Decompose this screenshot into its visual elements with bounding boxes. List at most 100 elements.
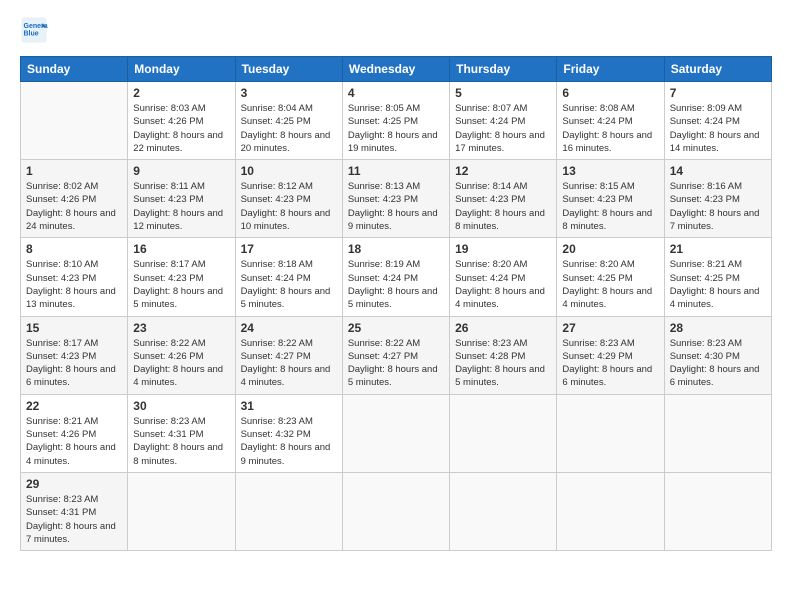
day-cell (450, 394, 557, 472)
day-info: Sunrise: 8:17 AMSunset: 4:23 PMDaylight:… (133, 259, 223, 310)
day-number: 28 (670, 321, 766, 335)
header: General Blue (20, 16, 772, 44)
page-container: General Blue SundayMondayTuesdayWednesda… (0, 0, 792, 561)
day-info: Sunrise: 8:20 AMSunset: 4:24 PMDaylight:… (455, 259, 545, 310)
day-info: Sunrise: 8:11 AMSunset: 4:23 PMDaylight:… (133, 181, 223, 232)
day-number: 16 (133, 242, 229, 256)
day-info: Sunrise: 8:23 AMSunset: 4:31 PMDaylight:… (26, 494, 116, 545)
day-info: Sunrise: 8:02 AMSunset: 4:26 PMDaylight:… (26, 181, 116, 232)
day-cell (342, 394, 449, 472)
day-number: 5 (455, 86, 551, 100)
day-number: 1 (26, 164, 122, 178)
day-cell: 28 Sunrise: 8:23 AMSunset: 4:30 PMDayligh… (664, 316, 771, 394)
day-info: Sunrise: 8:04 AMSunset: 4:25 PMDaylight:… (241, 103, 331, 154)
day-number: 11 (348, 164, 444, 178)
day-info: Sunrise: 8:23 AMSunset: 4:32 PMDaylight:… (241, 416, 331, 467)
day-number: 27 (562, 321, 658, 335)
day-number: 13 (562, 164, 658, 178)
day-info: Sunrise: 8:05 AMSunset: 4:25 PMDaylight:… (348, 103, 438, 154)
day-cell: 31 Sunrise: 8:23 AMSunset: 4:32 PMDayligh… (235, 394, 342, 472)
day-number: 17 (241, 242, 337, 256)
week-row-5: 22 Sunrise: 8:21 AMSunset: 4:26 PMDayligh… (21, 394, 772, 472)
logo: General Blue (20, 16, 52, 44)
day-info: Sunrise: 8:23 AMSunset: 4:31 PMDaylight:… (133, 416, 223, 467)
day-cell (557, 472, 664, 550)
day-info: Sunrise: 8:18 AMSunset: 4:24 PMDaylight:… (241, 259, 331, 310)
day-number: 3 (241, 86, 337, 100)
week-row-2: 1 Sunrise: 8:02 AMSunset: 4:26 PMDaylight… (21, 160, 772, 238)
day-info: Sunrise: 8:22 AMSunset: 4:26 PMDaylight:… (133, 338, 223, 389)
day-cell: 3 Sunrise: 8:04 AMSunset: 4:25 PMDaylight… (235, 82, 342, 160)
day-info: Sunrise: 8:22 AMSunset: 4:27 PMDaylight:… (348, 338, 438, 389)
dow-header-tuesday: Tuesday (235, 57, 342, 82)
day-info: Sunrise: 8:20 AMSunset: 4:25 PMDaylight:… (562, 259, 652, 310)
day-cell: 8 Sunrise: 8:10 AMSunset: 4:23 PMDaylight… (21, 238, 128, 316)
day-number: 9 (133, 164, 229, 178)
day-info: Sunrise: 8:23 AMSunset: 4:29 PMDaylight:… (562, 338, 652, 389)
day-number: 22 (26, 399, 122, 413)
day-info: Sunrise: 8:19 AMSunset: 4:24 PMDaylight:… (348, 259, 438, 310)
day-cell: 19 Sunrise: 8:20 AMSunset: 4:24 PMDayligh… (450, 238, 557, 316)
day-number: 18 (348, 242, 444, 256)
day-cell: 14Sunrise: 8:16 AMSunset: 4:23 PMDayligh… (664, 160, 771, 238)
day-cell: 20Sunrise: 8:20 AMSunset: 4:25 PMDayligh… (557, 238, 664, 316)
day-cell: 22 Sunrise: 8:21 AMSunset: 4:26 PMDayligh… (21, 394, 128, 472)
day-cell (342, 472, 449, 550)
day-cell: 17 Sunrise: 8:18 AMSunset: 4:24 PMDayligh… (235, 238, 342, 316)
day-cell (557, 394, 664, 472)
day-info: Sunrise: 8:07 AMSunset: 4:24 PMDaylight:… (455, 103, 545, 154)
day-cell: 30 Sunrise: 8:23 AMSunset: 4:31 PMDayligh… (128, 394, 235, 472)
day-cell: 1 Sunrise: 8:02 AMSunset: 4:26 PMDaylight… (21, 160, 128, 238)
day-info: Sunrise: 8:12 AMSunset: 4:23 PMDaylight:… (241, 181, 331, 232)
dow-header-sunday: Sunday (21, 57, 128, 82)
day-cell: 10 Sunrise: 8:12 AMSunset: 4:23 PMDayligh… (235, 160, 342, 238)
day-cell: 29 Sunrise: 8:23 AMSunset: 4:31 PMDayligh… (21, 472, 128, 550)
week-row-6: 29 Sunrise: 8:23 AMSunset: 4:31 PMDayligh… (21, 472, 772, 550)
day-info: Sunrise: 8:09 AMSunset: 4:24 PMDaylight:… (670, 103, 760, 154)
day-info: Sunrise: 8:21 AMSunset: 4:25 PMDaylight:… (670, 259, 760, 310)
day-info: Sunrise: 8:13 AMSunset: 4:23 PMDaylight:… (348, 181, 438, 232)
day-cell: 5 Sunrise: 8:07 AMSunset: 4:24 PMDaylight… (450, 82, 557, 160)
week-row-1: 2Sunrise: 8:03 AMSunset: 4:26 PMDaylight… (21, 82, 772, 160)
day-cell: 25 Sunrise: 8:22 AMSunset: 4:27 PMDayligh… (342, 316, 449, 394)
day-info: Sunrise: 8:23 AMSunset: 4:30 PMDaylight:… (670, 338, 760, 389)
day-cell: 16 Sunrise: 8:17 AMSunset: 4:23 PMDayligh… (128, 238, 235, 316)
day-number: 23 (133, 321, 229, 335)
day-number: 29 (26, 477, 122, 491)
day-number: 30 (133, 399, 229, 413)
day-info: Sunrise: 8:15 AMSunset: 4:23 PMDaylight:… (562, 181, 652, 232)
day-cell (21, 82, 128, 160)
day-cell: 9 Sunrise: 8:11 AMSunset: 4:23 PMDaylight… (128, 160, 235, 238)
calendar-table: SundayMondayTuesdayWednesdayThursdayFrid… (20, 56, 772, 551)
dow-header-wednesday: Wednesday (342, 57, 449, 82)
day-cell: 23 Sunrise: 8:22 AMSunset: 4:26 PMDayligh… (128, 316, 235, 394)
svg-text:Blue: Blue (24, 31, 39, 38)
day-number: 24 (241, 321, 337, 335)
day-cell: 21 Sunrise: 8:21 AMSunset: 4:25 PMDayligh… (664, 238, 771, 316)
day-number: 19 (455, 242, 551, 256)
day-cell: 7Sunrise: 8:09 AMSunset: 4:24 PMDaylight… (664, 82, 771, 160)
day-number: 8 (26, 242, 122, 256)
day-cell: 13 Sunrise: 8:15 AMSunset: 4:23 PMDayligh… (557, 160, 664, 238)
day-number: 21 (670, 242, 766, 256)
day-cell: 15Sunrise: 8:17 AMSunset: 4:23 PMDayligh… (21, 316, 128, 394)
day-cell: 11 Sunrise: 8:13 AMSunset: 4:23 PMDayligh… (342, 160, 449, 238)
day-info: Sunrise: 8:08 AMSunset: 4:24 PMDaylight:… (562, 103, 652, 154)
day-info: Sunrise: 8:10 AMSunset: 4:23 PMDaylight:… (26, 259, 116, 310)
day-info: Sunrise: 8:21 AMSunset: 4:26 PMDaylight:… (26, 416, 116, 467)
day-cell: 6 Sunrise: 8:08 AMSunset: 4:24 PMDaylight… (557, 82, 664, 160)
day-cell (664, 472, 771, 550)
dow-header-saturday: Saturday (664, 57, 771, 82)
day-number: 31 (241, 399, 337, 413)
day-number: 10 (241, 164, 337, 178)
day-number: 6 (562, 86, 658, 100)
day-cell: 2Sunrise: 8:03 AMSunset: 4:26 PMDaylight… (128, 82, 235, 160)
dow-header-thursday: Thursday (450, 57, 557, 82)
day-cell: 24Sunrise: 8:22 AMSunset: 4:27 PMDayligh… (235, 316, 342, 394)
day-number: 4 (348, 86, 444, 100)
day-number: 25 (348, 321, 444, 335)
day-cell: 18 Sunrise: 8:19 AMSunset: 4:24 PMDayligh… (342, 238, 449, 316)
day-number: 14 (670, 164, 766, 178)
day-cell (664, 394, 771, 472)
day-info: Sunrise: 8:17 AMSunset: 4:23 PMDaylight:… (26, 338, 116, 389)
